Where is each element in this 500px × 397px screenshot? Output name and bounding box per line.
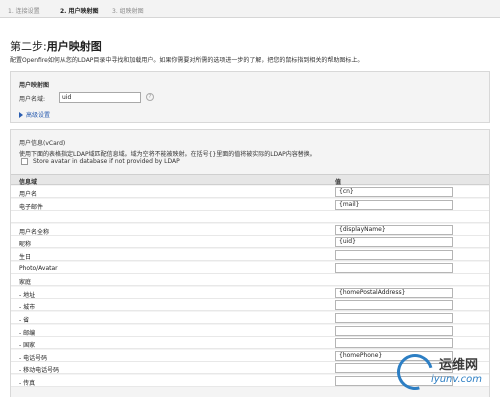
step-1-connection[interactable]: 1. 连接设置 (8, 6, 40, 15)
user-mapping-panel: 用户映射图 用户名域: uid ? 高级设置 (10, 71, 490, 123)
column-header-field: 信息域 (19, 179, 38, 186)
table-row: - 国家 (11, 337, 489, 350)
field-value-input[interactable]: {cn} (335, 187, 453, 197)
vcard-table-header: 信息域 值 (11, 174, 489, 186)
field-label: - 移动电话号码 (19, 367, 60, 375)
watermark-logo-icon (390, 347, 440, 397)
field-label: - 省 (19, 317, 30, 324)
page-description: 配置Openfire如何从您的LDAP目录中寻找和加载用户。如果你需要对所需的选… (10, 57, 364, 64)
advanced-settings-label: 高级设置 (26, 112, 51, 119)
field-label: - 地址 (19, 291, 36, 299)
page-title-prefix: 第二步: (10, 40, 47, 53)
field-value-input[interactable]: {displayName} (335, 224, 453, 235)
field-label: - 邮编 (19, 329, 36, 337)
watermark-text-cn: 运维网 (439, 358, 479, 373)
field-label: 昵称 (19, 241, 32, 249)
field-label: 生日 (19, 254, 32, 261)
username-field-label: 用户名域: (19, 96, 46, 103)
table-row: 昵称 {uid} (11, 236, 489, 249)
table-row: - 邮编 (11, 324, 489, 337)
field-label: Photo/Avatar (19, 264, 58, 272)
field-label: - 国家 (19, 342, 36, 350)
field-label: 家庭 (19, 279, 32, 287)
page-title-suffix: 用户映射图 (46, 40, 102, 53)
table-row: - 城市 (11, 299, 489, 312)
field-value-input[interactable]: {mail} (335, 199, 453, 210)
step-3-group-mapping[interactable]: 3. 组映射图 (112, 6, 144, 15)
field-label: 电子邮件 (19, 203, 44, 211)
table-row: 电子邮件 {mail} (11, 198, 489, 211)
field-value-input[interactable] (335, 262, 453, 273)
watermark-text-domain: iyunv.com (431, 374, 483, 385)
advanced-settings-link[interactable]: 高级设置 (19, 110, 50, 119)
step-2-user-mapping[interactable]: 2. 用户映射图 (60, 6, 99, 15)
column-header-value: 值 (335, 179, 342, 186)
table-row (11, 211, 489, 224)
field-value-input[interactable]: {uid} (335, 237, 453, 248)
table-row: - 省 (11, 312, 489, 324)
field-label: 用户名全称 (19, 228, 50, 236)
page-title: 第二步:用户映射图 (10, 38, 102, 54)
table-row: 用户名全称 {displayName} (11, 223, 489, 236)
field-value-input[interactable]: {homePostalAddress} (335, 287, 453, 298)
wizard-steps: 1. 连接设置 2. 用户映射图 3. 组映射图 (0, 0, 500, 18)
field-label: 用户名 (19, 191, 38, 198)
table-row: 家庭 (11, 274, 489, 287)
vcard-heading: 用户信息(vCard) (19, 140, 66, 147)
field-label: - 城市 (19, 304, 36, 312)
user-mapping-heading: 用户映射图 (19, 82, 50, 89)
site-watermark: 运维网 iyunv.com (390, 347, 498, 397)
field-label: - 传真 (19, 380, 36, 387)
table-row: Photo/Avatar (11, 261, 489, 274)
table-row: 生日 (11, 249, 489, 261)
store-avatar-label: Store avatar in database if not provided… (33, 158, 180, 165)
field-value-input[interactable] (335, 313, 453, 323)
vcard-description: 使用下面的表格指定LDAP域匹配信息域。域为空将不能被映射。在括号{}里面的值将… (19, 151, 316, 158)
field-value-input[interactable] (335, 338, 453, 349)
field-value-input[interactable] (335, 300, 453, 311)
field-label: - 电话号码 (19, 354, 48, 362)
expand-arrow-icon (19, 112, 23, 118)
table-row: 用户名 {cn} (11, 186, 489, 198)
table-row: - 地址 {homePostalAddress} (11, 286, 489, 299)
store-avatar-checkbox[interactable] (21, 158, 28, 165)
username-field-input[interactable]: uid (59, 92, 141, 103)
field-value-input[interactable] (335, 325, 453, 336)
help-icon[interactable]: ? (146, 93, 154, 101)
field-value-input[interactable] (335, 250, 453, 260)
